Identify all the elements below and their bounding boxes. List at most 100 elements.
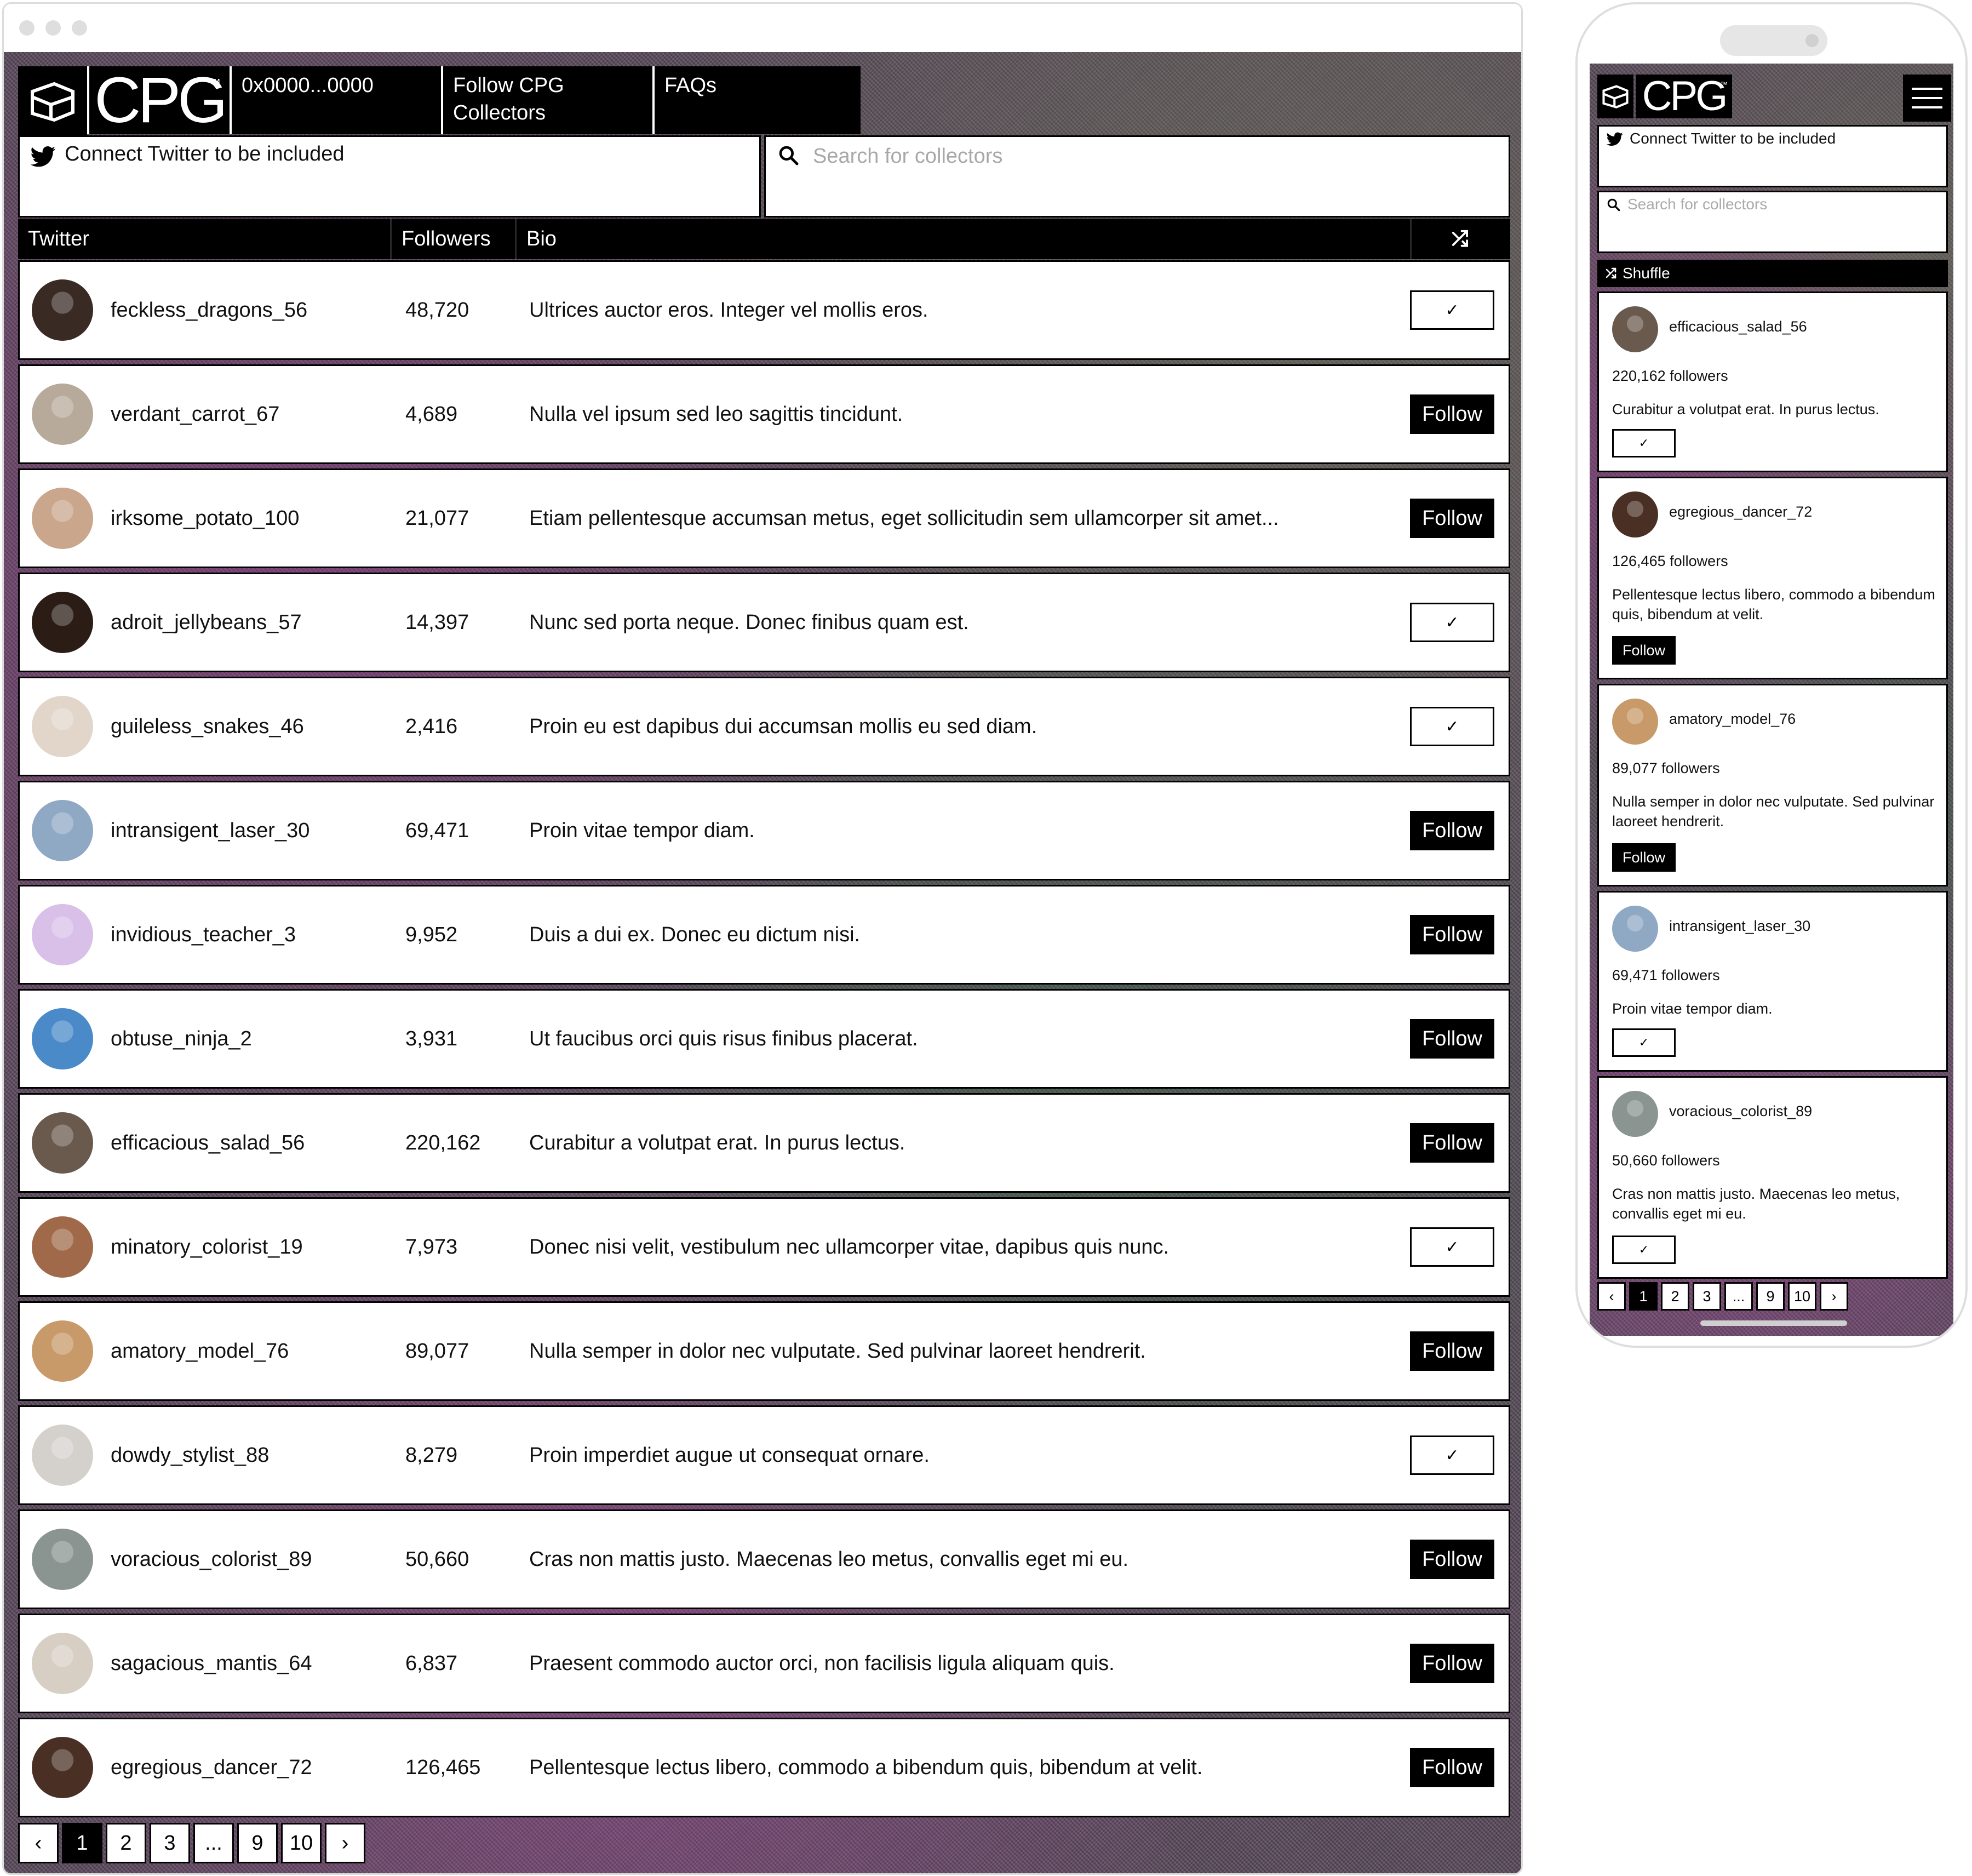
cpg-logo-icon[interactable] (18, 66, 87, 136)
avatar[interactable] (32, 904, 93, 965)
collector-handle[interactable]: efficacious_salad_56 (111, 1131, 305, 1155)
collector-handle[interactable]: invidious_teacher_3 (111, 923, 296, 947)
avatar[interactable] (32, 488, 93, 549)
collector-handle[interactable]: amatory_model_76 (1669, 711, 1796, 728)
collector-handle[interactable]: efficacious_salad_56 (1669, 318, 1807, 335)
page-button[interactable]: 3 (150, 1823, 190, 1863)
follow-cpg-collectors-button[interactable]: Follow CPG Collectors (441, 66, 652, 134)
shuffle-button[interactable] (1412, 219, 1510, 259)
brand-wordmark[interactable]: CPG ™ (87, 66, 230, 134)
following-check-button[interactable]: ✓ (1410, 1227, 1494, 1267)
follow-button[interactable]: Follow (1410, 1331, 1494, 1371)
next-page-button[interactable]: › (325, 1823, 365, 1863)
follow-button[interactable]: Follow (1612, 636, 1676, 665)
trademark-mark: ™ (209, 76, 221, 90)
search-input[interactable] (813, 145, 1470, 168)
wallet-address-button[interactable]: 0x0000...0000 (230, 66, 441, 134)
follow-button[interactable]: Follow (1410, 1748, 1494, 1787)
collector-handle[interactable]: irksome_potato_100 (111, 507, 299, 530)
follow-button[interactable]: Follow (1410, 1644, 1494, 1683)
mobile-page-button[interactable]: 1 (1629, 1282, 1658, 1311)
avatar[interactable] (32, 1737, 93, 1798)
avatar[interactable] (1612, 1091, 1658, 1137)
collector-handle[interactable]: voracious_colorist_89 (1669, 1103, 1812, 1120)
following-check-button[interactable]: ✓ (1410, 1435, 1494, 1475)
search-field[interactable] (764, 135, 1510, 218)
mobile-next-page-button[interactable]: › (1820, 1282, 1848, 1311)
following-check-button[interactable]: ✓ (1410, 290, 1494, 330)
avatar[interactable] (1612, 906, 1658, 952)
follow-button[interactable]: Follow (1612, 843, 1676, 872)
column-header-bio[interactable]: Bio (517, 219, 1412, 259)
collector-handle[interactable]: verdant_carrot_67 (111, 403, 279, 426)
prev-page-button[interactable]: ‹ (18, 1823, 59, 1863)
avatar[interactable] (1612, 306, 1658, 352)
window-minimize-dot[interactable] (45, 20, 61, 36)
avatar[interactable] (32, 800, 93, 861)
collector-handle[interactable]: guileless_snakes_46 (111, 715, 304, 739)
mobile-page-button[interactable]: 9 (1756, 1282, 1785, 1311)
page-ellipsis[interactable]: ... (193, 1823, 234, 1863)
collector-handle[interactable]: adroit_jellybeans_57 (111, 611, 302, 634)
following-check-button[interactable]: ✓ (1410, 603, 1494, 642)
avatar[interactable] (32, 592, 93, 653)
avatar[interactable] (32, 1008, 93, 1069)
avatar[interactable] (32, 1529, 93, 1590)
avatar[interactable] (32, 696, 93, 757)
collector-handle[interactable]: feckless_dragons_56 (111, 299, 307, 322)
avatar[interactable] (32, 1425, 93, 1486)
avatar[interactable] (1612, 699, 1658, 745)
mobile-page-button[interactable]: 3 (1693, 1282, 1721, 1311)
page-button[interactable]: 9 (237, 1823, 278, 1863)
avatar[interactable] (32, 1633, 93, 1694)
page-button[interactable]: 1 (62, 1823, 102, 1863)
mobile-search-input[interactable] (1627, 196, 1923, 213)
avatar[interactable] (32, 279, 93, 341)
mobile-prev-page-button[interactable]: ‹ (1597, 1282, 1626, 1311)
window-close-dot[interactable] (19, 20, 35, 36)
column-header-twitter[interactable]: Twitter (18, 219, 392, 259)
mobile-cpg-logo-icon[interactable] (1597, 75, 1633, 118)
hamburger-menu-icon[interactable] (1903, 75, 1951, 122)
avatar[interactable] (32, 1320, 93, 1382)
mobile-search-field[interactable] (1597, 191, 1948, 253)
mobile-connect-twitter-button[interactable]: Connect Twitter to be included (1597, 125, 1948, 187)
connect-twitter-button[interactable]: Connect Twitter to be included (18, 135, 761, 218)
collector-handle[interactable]: dowdy_stylist_88 (111, 1444, 269, 1467)
following-check-button[interactable]: ✓ (1410, 707, 1494, 746)
collector-handle[interactable]: sagacious_mantis_64 (111, 1652, 312, 1675)
mobile-brand-wordmark[interactable]: CPG ™ (1636, 75, 1732, 118)
mobile-shuffle-button[interactable]: Shuffle (1597, 260, 1948, 287)
mobile-page-button[interactable]: 10 (1788, 1282, 1816, 1311)
column-header-followers[interactable]: Followers (392, 219, 517, 259)
avatar[interactable] (1612, 491, 1658, 537)
page-button[interactable]: 10 (281, 1823, 322, 1863)
following-check-button[interactable]: ✓ (1612, 1236, 1676, 1264)
mobile-page-button[interactable]: 2 (1661, 1282, 1689, 1311)
collector-handle[interactable]: intransigent_laser_30 (1669, 918, 1810, 935)
collector-handle[interactable]: voracious_colorist_89 (111, 1548, 312, 1571)
collector-handle[interactable]: egregious_dancer_72 (111, 1756, 312, 1780)
following-check-button[interactable]: ✓ (1612, 429, 1676, 457)
collector-handle[interactable]: minatory_colorist_19 (111, 1236, 303, 1259)
mobile-connect-twitter-label: Connect Twitter to be included (1630, 130, 1836, 147)
follow-button[interactable]: Follow (1410, 811, 1494, 850)
collector-handle[interactable]: intransigent_laser_30 (111, 819, 309, 843)
page-button[interactable]: 2 (106, 1823, 146, 1863)
follow-button[interactable]: Follow (1410, 1123, 1494, 1163)
avatar[interactable] (32, 384, 93, 445)
avatar[interactable] (32, 1112, 93, 1174)
avatar[interactable] (32, 1216, 93, 1278)
follow-button[interactable]: Follow (1410, 915, 1494, 954)
follow-button[interactable]: Follow (1410, 499, 1494, 538)
following-check-button[interactable]: ✓ (1612, 1028, 1676, 1057)
mobile-page-ellipsis[interactable]: ... (1724, 1282, 1753, 1311)
collector-handle[interactable]: amatory_model_76 (111, 1340, 289, 1363)
follow-button[interactable]: Follow (1410, 394, 1494, 434)
collector-handle[interactable]: obtuse_ninja_2 (111, 1027, 252, 1051)
follow-button[interactable]: Follow (1410, 1019, 1494, 1059)
window-zoom-dot[interactable] (72, 20, 87, 36)
collector-handle[interactable]: egregious_dancer_72 (1669, 504, 1812, 521)
follow-button[interactable]: Follow (1410, 1540, 1494, 1579)
faqs-link[interactable]: FAQs (652, 66, 861, 134)
